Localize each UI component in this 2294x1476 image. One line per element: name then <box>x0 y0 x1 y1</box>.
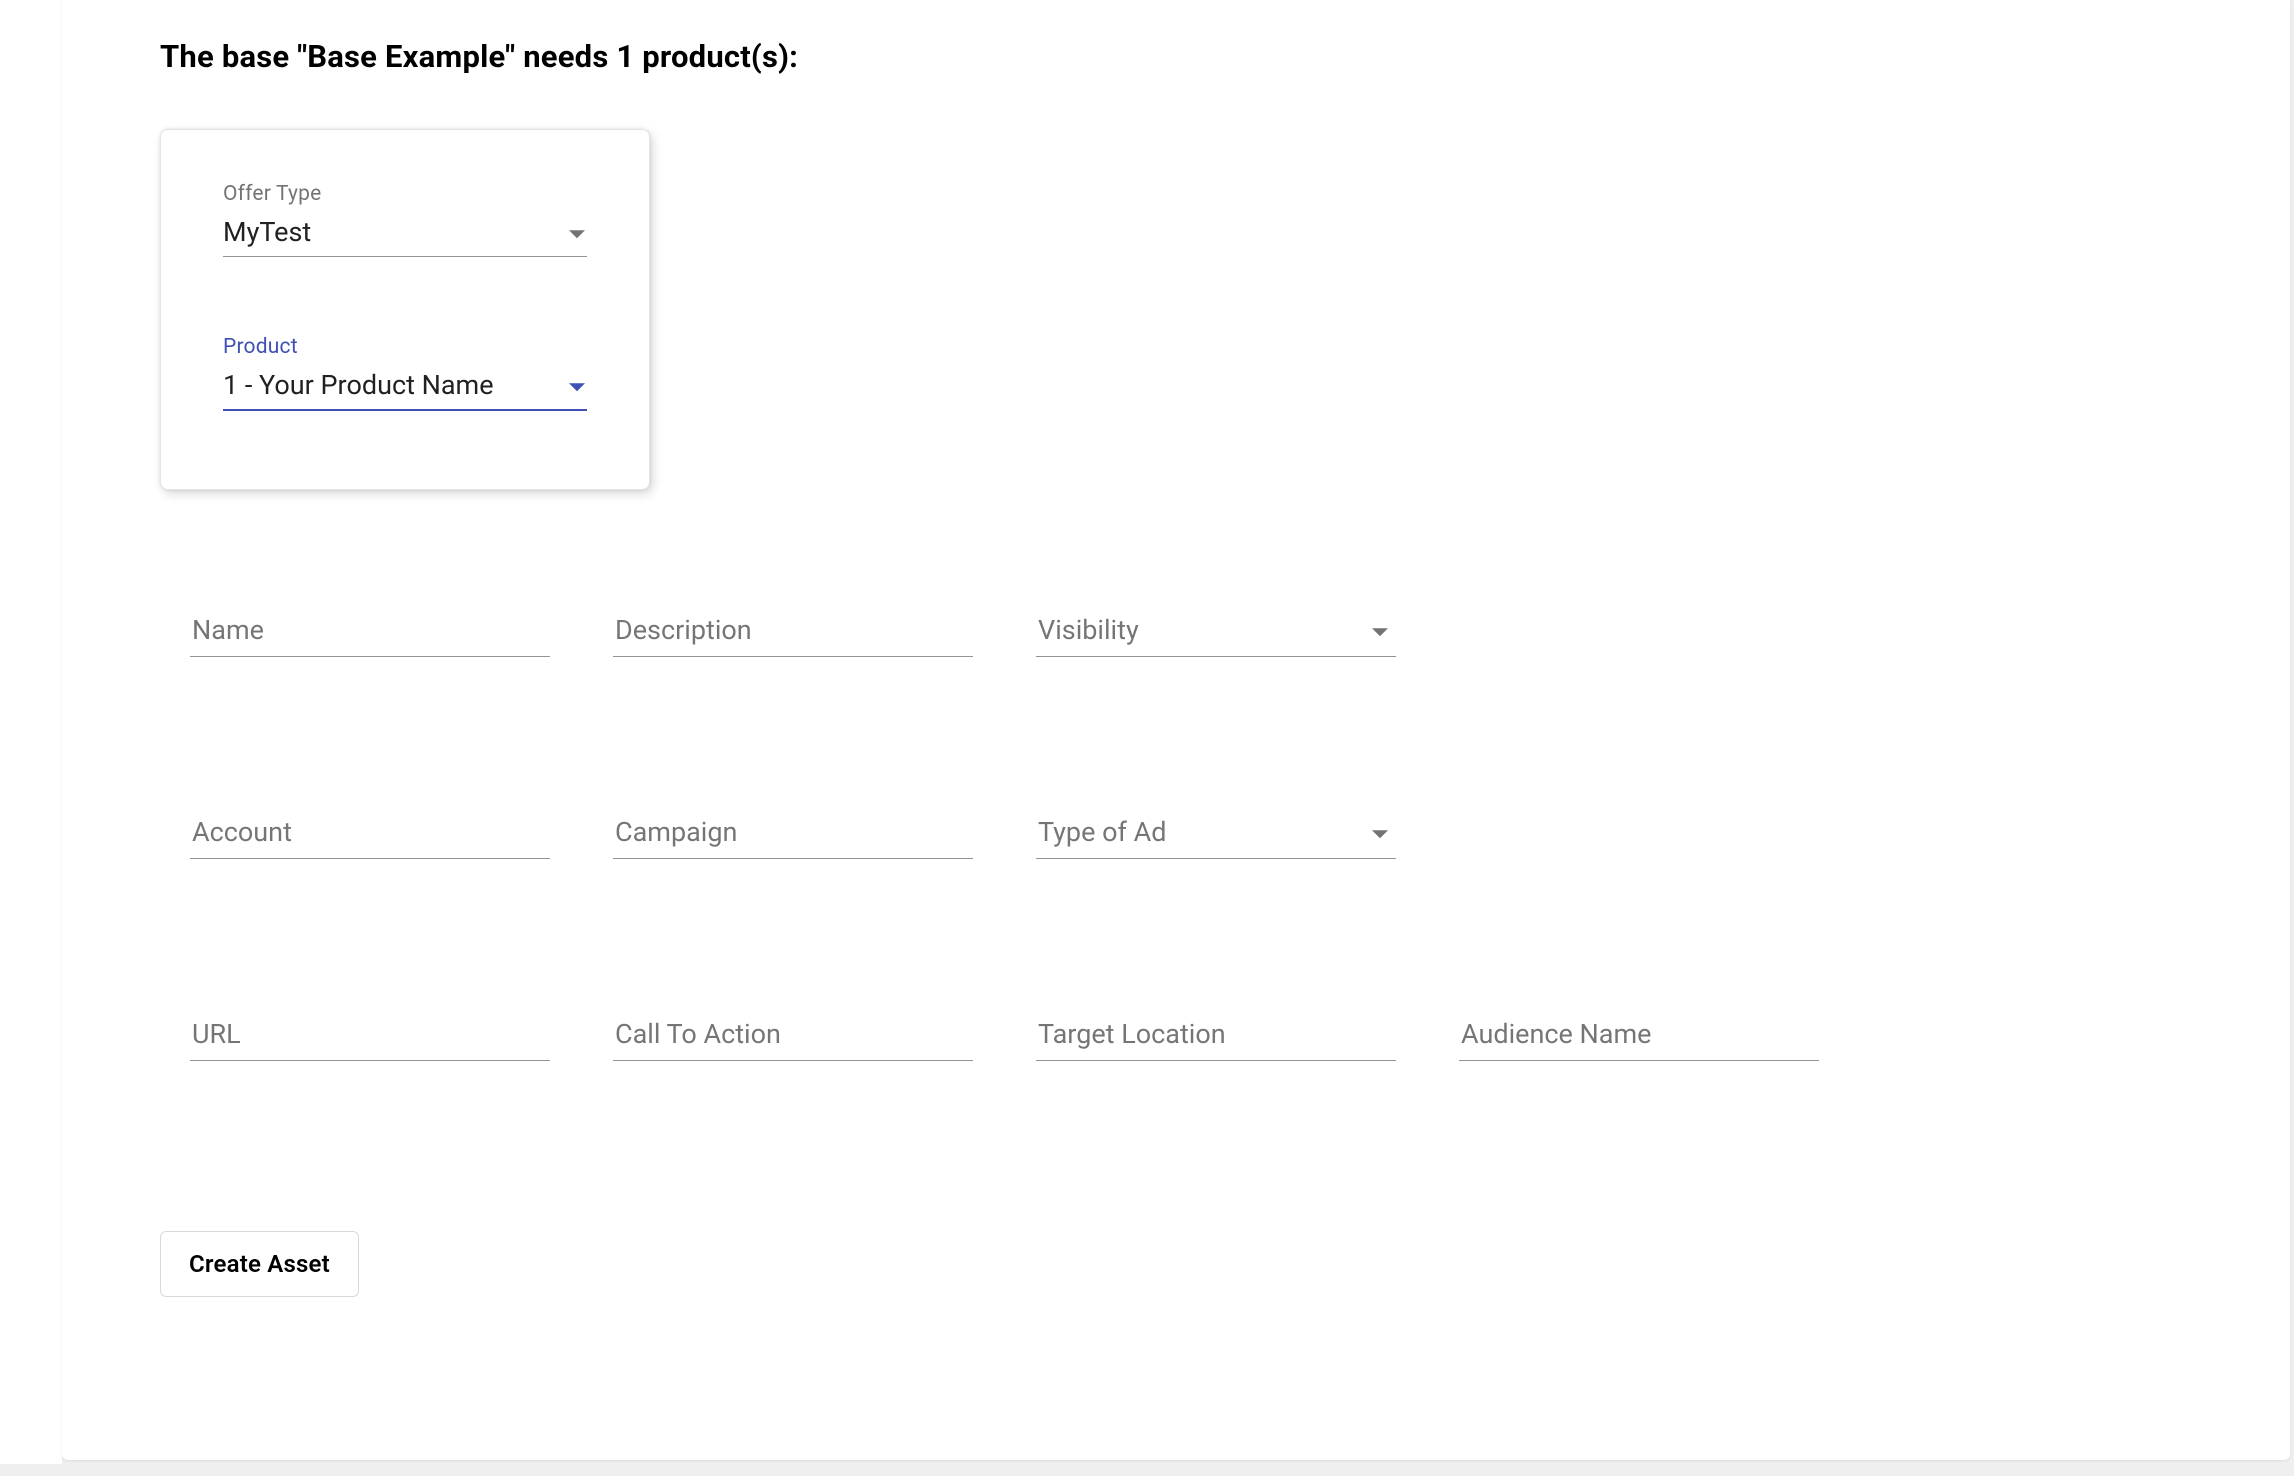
description-input[interactable] <box>613 610 973 657</box>
account-input[interactable] <box>190 812 550 859</box>
name-field <box>190 610 550 657</box>
asset-form: Visibility Type of Ad <box>190 610 2192 1061</box>
visibility-placeholder: Visibility <box>1038 614 1139 646</box>
description-field <box>613 610 973 657</box>
type-of-ad-placeholder: Type of Ad <box>1038 816 1166 848</box>
product-label: Product <box>223 335 587 359</box>
call-to-action-input[interactable] <box>613 1014 973 1061</box>
campaign-field <box>613 812 973 859</box>
type-of-ad-select[interactable]: Type of Ad <box>1036 812 1396 859</box>
offer-type-label: Offer Type <box>223 182 587 206</box>
create-asset-button[interactable]: Create Asset <box>160 1231 359 1297</box>
spacer-row2 <box>1459 812 1819 859</box>
spacer-row1 <box>1459 610 1819 657</box>
offer-type-select[interactable]: MyTest <box>223 214 587 257</box>
target-location-field <box>1036 1014 1396 1061</box>
dropdown-icon <box>569 230 585 238</box>
left-sidebar-strip <box>0 0 62 1464</box>
target-location-input[interactable] <box>1036 1014 1396 1061</box>
offer-type-value: MyTest <box>223 216 311 248</box>
campaign-input[interactable] <box>613 812 973 859</box>
url-input[interactable] <box>190 1014 550 1061</box>
visibility-select[interactable]: Visibility <box>1036 610 1396 657</box>
product-value: 1 - Your Product Name <box>223 369 494 401</box>
audience-name-input[interactable] <box>1459 1014 1819 1061</box>
page-title: The base "Base Example" needs 1 product(… <box>160 38 2192 75</box>
url-field <box>190 1014 550 1061</box>
dropdown-icon <box>1372 830 1388 838</box>
name-input[interactable] <box>190 610 550 657</box>
dropdown-icon <box>569 383 585 391</box>
product-select[interactable]: 1 - Your Product Name <box>223 367 587 411</box>
type-of-ad-field: Type of Ad <box>1036 812 1396 859</box>
visibility-field: Visibility <box>1036 610 1396 657</box>
dropdown-icon <box>1372 628 1388 636</box>
audience-name-field <box>1459 1014 1819 1061</box>
account-field <box>190 812 550 859</box>
main-panel: The base "Base Example" needs 1 product(… <box>62 0 2290 1460</box>
call-to-action-field <box>613 1014 973 1061</box>
offer-type-field: Offer Type MyTest <box>223 182 587 257</box>
product-card: Offer Type MyTest Product 1 - Your Produ… <box>160 129 650 490</box>
page-background: The base "Base Example" needs 1 product(… <box>0 0 2294 1476</box>
product-field: Product 1 - Your Product Name <box>223 335 587 411</box>
